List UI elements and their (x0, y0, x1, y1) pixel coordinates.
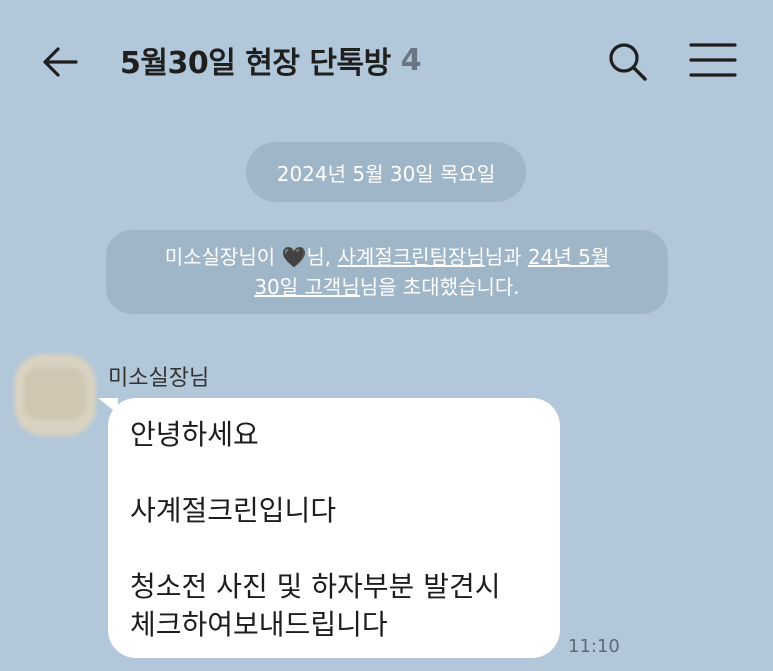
search-button[interactable] (606, 40, 650, 84)
chat-title-group: 5월30일 현장 단톡방 4 (120, 38, 422, 82)
chat-header: 5월30일 현장 단톡방 4 (0, 0, 773, 120)
menu-button[interactable] (688, 40, 738, 80)
notice-text: 이 (256, 245, 282, 269)
arrow-left-icon (43, 47, 78, 77)
notice-text: 님, (306, 245, 338, 269)
sender-name: 미소실장님 (108, 366, 210, 391)
avatar-image (24, 368, 86, 420)
heart-emoji: 🖤 (281, 245, 307, 269)
chat-title: 5월30일 현장 단톡방 (120, 46, 391, 81)
message-line: 사계절크린입니다 (130, 494, 337, 527)
notice-text: 님과 (484, 245, 528, 269)
search-icon (609, 43, 647, 81)
avatar[interactable] (14, 354, 96, 436)
member-count: 4 (400, 42, 422, 78)
message-bubble[interactable]: 안녕하세요 사계절크린입니다 청소전 사진 및 하자부분 발견시 체크하여보내드… (108, 398, 560, 658)
date-divider: 2024년 5월 30일 목요일 (246, 142, 526, 202)
message-line: 청소전 사진 및 하자부분 발견시 (130, 570, 501, 603)
back-button[interactable] (40, 42, 80, 82)
system-invite-notice: 미소실장님이 🖤님, 사계절크린팀장님님과 24년 5월 30일 고객님님을 초대… (106, 230, 668, 314)
notice-text: 님을 초대했습니다. (359, 275, 520, 299)
hamburger-menu-icon (689, 43, 737, 77)
message-line: 안녕하세요 (130, 418, 259, 451)
message-time: 11:10 (568, 636, 620, 657)
inviter-name: 미소실장님 (164, 245, 257, 269)
message-line: 체크하여보내드립니다 (130, 608, 388, 641)
invitee-name-link[interactable]: 24년 5월 (528, 245, 609, 269)
invitee-name-link[interactable]: 사계절크린팀장님 (338, 245, 485, 269)
invitee-name-link[interactable]: 30일 고객님 (254, 275, 359, 299)
